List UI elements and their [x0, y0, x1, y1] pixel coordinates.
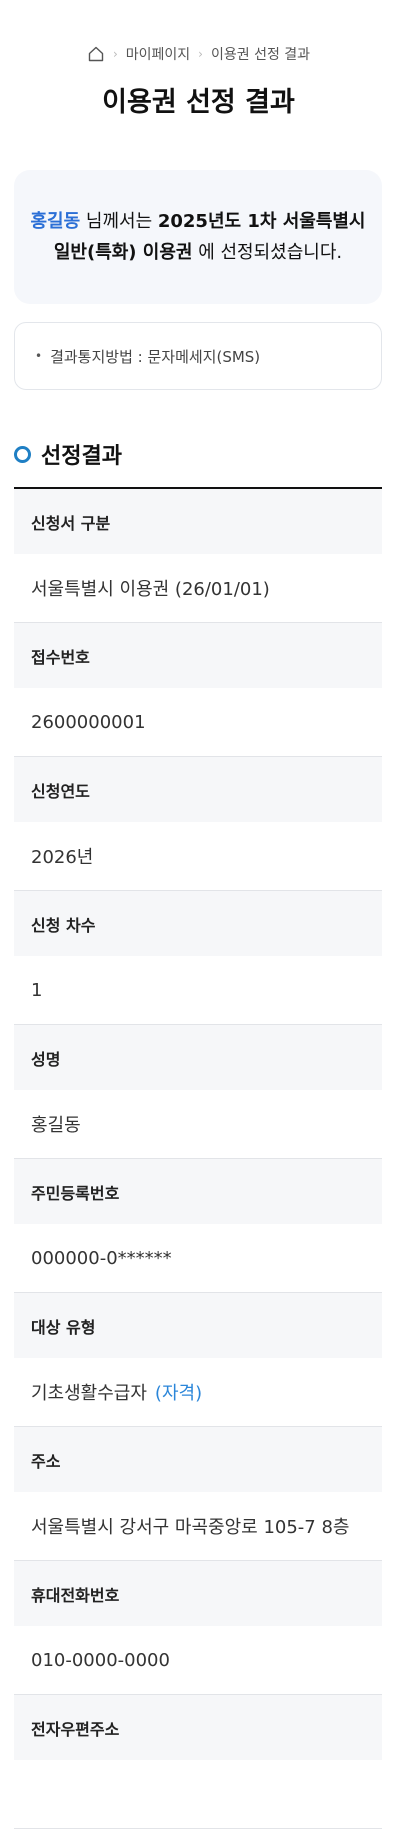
chevron-right-icon: ›: [112, 47, 118, 61]
notice-program-type: 일반(특화) 이용권: [53, 242, 193, 263]
notice-line-2: 일반(특화) 이용권 에 선정되셨습니다.: [54, 237, 342, 268]
section-title-text: 선정결과: [41, 444, 122, 469]
row-label: 전자우편주소: [14, 1695, 382, 1760]
row-value: [14, 1760, 382, 1829]
row-label: 접수번호: [14, 623, 382, 688]
row-mobile-phone: 휴대전화번호 010-0000-0000: [14, 1561, 382, 1695]
row-value: 000000-0******: [14, 1224, 382, 1293]
row-value: 기초생활수급자: [31, 1383, 147, 1404]
bullet-icon: •: [35, 349, 43, 363]
row-value: 홍길동: [14, 1090, 382, 1159]
row-value: 010-0000-0000: [14, 1626, 382, 1695]
notification-method: • 결과통지방법 : 문자메세지(SMS): [14, 322, 382, 390]
result-table: 신청서 구분 서울특별시 이용권 (26/01/01) 접수번호 2600000…: [14, 487, 382, 1829]
row-target-type: 대상 유형 기초생활수급자 (자격): [14, 1293, 382, 1427]
notice-text-2: 에 선정되셨습니다.: [192, 242, 343, 263]
row-label: 신청연도: [14, 757, 382, 822]
row-value: 2026년: [14, 822, 382, 891]
page: › 마이페이지 › 이용권 선정 결과 이용권 선정 결과 홍길동 님께서는 2…: [0, 0, 397, 1829]
row-application-round: 신청 차수 1: [14, 891, 382, 1025]
qualification-note: (자격): [154, 1383, 203, 1404]
notice-line-1: 홍길동 님께서는 2025년도 1차 서울특별시: [30, 206, 365, 237]
row-email: 전자우편주소: [14, 1695, 382, 1829]
breadcrumb-item-mypage[interactable]: 마이페이지: [126, 44, 190, 64]
row-label: 휴대전화번호: [14, 1561, 382, 1626]
breadcrumb: › 마이페이지 › 이용권 선정 결과: [0, 44, 397, 64]
selection-notice: 홍길동 님께서는 2025년도 1차 서울특별시 일반(특화) 이용권 에 선정…: [14, 170, 382, 304]
notice-program-year: 2025년도 1차 서울특별시: [157, 211, 366, 232]
notice-text-1: 님께서는: [80, 211, 158, 232]
home-icon-svg: [88, 46, 104, 62]
notification-method-text: 결과통지방법 : 문자메세지(SMS): [50, 347, 261, 366]
row-receipt-number: 접수번호 2600000001: [14, 623, 382, 757]
row-application-type: 신청서 구분 서울특별시 이용권 (26/01/01): [14, 489, 382, 623]
row-value: 1: [14, 956, 382, 1025]
breadcrumb-item-current: 이용권 선정 결과: [210, 47, 311, 63]
row-value: 서울특별시 강서구 마곡중앙로 105-7 8층: [14, 1492, 382, 1561]
row-label: 주민등록번호: [14, 1159, 382, 1224]
page-title: 이용권 선정 결과: [102, 87, 295, 118]
circle-bullet-icon: [14, 445, 31, 463]
row-label: 대상 유형: [14, 1293, 382, 1358]
chevron-right-icon: ›: [198, 47, 203, 61]
row-resident-number: 주민등록번호 000000-0******: [14, 1159, 382, 1293]
home-icon[interactable]: [87, 45, 105, 63]
section-title: 선정결과: [14, 438, 122, 470]
row-label: 신청 차수: [14, 891, 382, 956]
row-application-year: 신청연도 2026년: [14, 757, 382, 891]
row-value: 2600000001: [14, 688, 382, 757]
row-name: 성명 홍길동: [14, 1025, 382, 1159]
row-value: 서울특별시 이용권 (26/01/01): [14, 554, 382, 623]
row-label: 주소: [14, 1427, 382, 1492]
row-label: 신청서 구분: [14, 489, 382, 554]
row-address: 주소 서울특별시 강서구 마곡중앙로 105-7 8층: [14, 1427, 382, 1561]
applicant-name: 홍길동: [30, 211, 81, 232]
row-value-wrap: 기초생활수급자 (자격): [14, 1358, 382, 1427]
row-label: 성명: [14, 1025, 382, 1090]
